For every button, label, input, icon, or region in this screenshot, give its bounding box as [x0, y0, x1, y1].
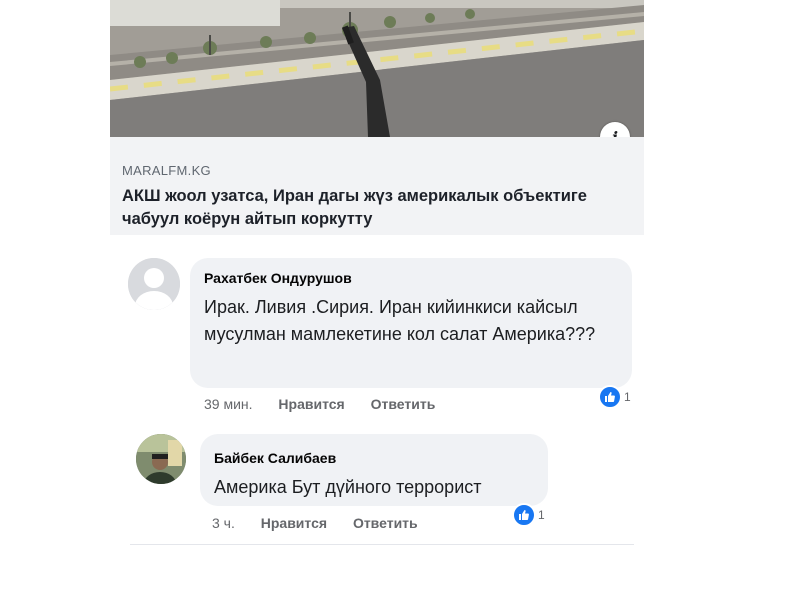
reaction-count[interactable]: 1 [598, 385, 631, 409]
link-title[interactable]: АКШ жоол узатса, Иран дагы жүз америкалы… [122, 185, 632, 231]
reaction-count[interactable]: 1 [512, 503, 545, 527]
reply-button[interactable]: Ответить [371, 396, 436, 412]
comment-author[interactable]: Байбек Салибаев [214, 450, 336, 466]
reaction-number: 1 [538, 508, 545, 522]
comment-bubble: Рахатбек Ондурушов Ирак. Ливия .Сирия. И… [190, 258, 632, 388]
divider [130, 544, 634, 545]
post-card: i MARALFM.KG АКШ жоол узатса, Иран дагы … [110, 0, 644, 250]
comment-text: Ирак. Ливия .Сирия. Иран кийинкиси кайсы… [204, 297, 596, 344]
thumbs-up-icon [598, 385, 622, 409]
comments-section: Рахатбек Ондурушов Ирак. Ливия .Сирия. И… [118, 238, 638, 548]
comment-bubble: Байбек Салибаев Америка Бут дүйного терр… [200, 434, 548, 506]
avatar[interactable] [128, 258, 180, 310]
comment-actions: 3 ч. Нравится Ответить [212, 515, 440, 531]
comment-time[interactable]: 39 мин. [204, 396, 253, 412]
comment-author[interactable]: Рахатбек Ондурушов [204, 270, 352, 286]
comment-actions: 39 мин. Нравится Ответить [204, 396, 457, 412]
post-image[interactable] [110, 0, 644, 137]
reply-button[interactable]: Ответить [353, 515, 418, 531]
user-photo-avatar [136, 434, 186, 484]
thumbs-up-icon [512, 503, 536, 527]
like-button[interactable]: Нравится [278, 396, 344, 412]
default-avatar-icon [128, 258, 180, 310]
avatar[interactable] [136, 434, 186, 484]
comment-time[interactable]: 3 ч. [212, 515, 235, 531]
link-preview[interactable]: MARALFM.KG АКШ жоол узатса, Иран дагы жү… [110, 137, 644, 235]
comment-text: Америка Бут дүйного террорист [214, 477, 482, 497]
reaction-number: 1 [624, 390, 631, 404]
link-domain: MARALFM.KG [122, 163, 211, 178]
like-button[interactable]: Нравится [261, 515, 327, 531]
